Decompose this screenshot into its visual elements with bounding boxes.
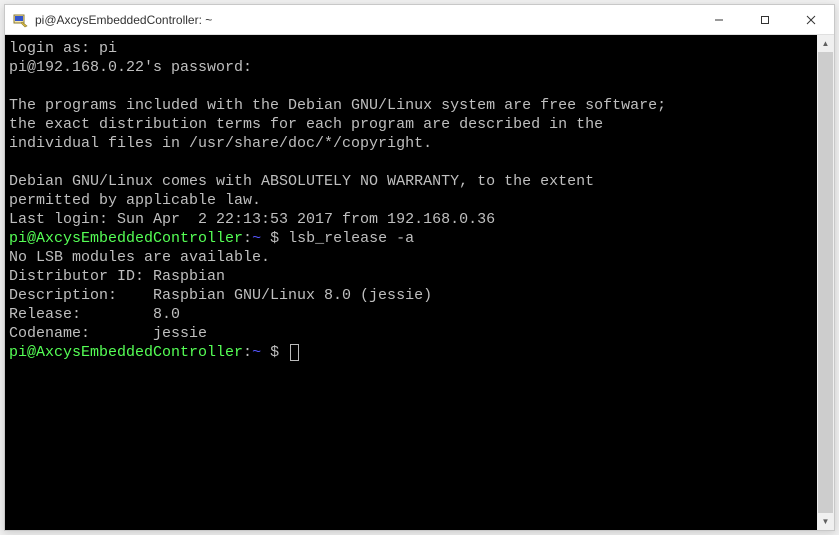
- window-title: pi@AxcysEmbeddedController: ~: [35, 13, 696, 27]
- close-button[interactable]: [788, 5, 834, 35]
- command-text: lsb_release -a: [288, 230, 414, 247]
- prompt-colon: :: [243, 344, 252, 361]
- output-line: No LSB modules are available.: [9, 249, 270, 266]
- scroll-track[interactable]: [817, 52, 834, 513]
- scroll-thumb[interactable]: [818, 52, 833, 513]
- motd-line: permitted by applicable law.: [9, 192, 261, 209]
- prompt-dollar: $: [261, 344, 288, 361]
- output-line: Distributor ID: Raspbian: [9, 268, 225, 285]
- motd-line: the exact distribution terms for each pr…: [9, 116, 603, 133]
- scroll-down-icon[interactable]: ▼: [817, 513, 834, 530]
- maximize-button[interactable]: [742, 5, 788, 35]
- prompt-dollar: $: [261, 230, 288, 247]
- cursor-icon: [290, 344, 299, 361]
- output-line: Release: 8.0: [9, 306, 180, 323]
- vertical-scrollbar[interactable]: ▲ ▼: [817, 35, 834, 530]
- prompt-path: ~: [252, 344, 261, 361]
- titlebar[interactable]: pi@AxcysEmbeddedController: ~: [5, 5, 834, 35]
- output-line: Description: Raspbian GNU/Linux 8.0 (jes…: [9, 287, 432, 304]
- minimize-button[interactable]: [696, 5, 742, 35]
- prompt-user-host: pi@AxcysEmbeddedController: [9, 230, 243, 247]
- motd-line: Debian GNU/Linux comes with ABSOLUTELY N…: [9, 173, 594, 190]
- scroll-up-icon[interactable]: ▲: [817, 35, 834, 52]
- putty-window: pi@AxcysEmbeddedController: ~ login as: …: [4, 4, 835, 531]
- prompt-colon: :: [243, 230, 252, 247]
- prompt-user-host: pi@AxcysEmbeddedController: [9, 344, 243, 361]
- prompt-path: ~: [252, 230, 261, 247]
- motd-line: The programs included with the Debian GN…: [9, 97, 666, 114]
- motd-line: individual files in /usr/share/doc/*/cop…: [9, 135, 432, 152]
- password-prompt: pi@192.168.0.22's password:: [9, 59, 252, 76]
- login-as-label: login as:: [9, 40, 99, 57]
- putty-icon: [13, 12, 29, 28]
- last-login: Last login: Sun Apr 2 22:13:53 2017 from…: [9, 211, 495, 228]
- output-line: Codename: jessie: [9, 325, 207, 342]
- terminal[interactable]: login as: pi pi@192.168.0.22's password:…: [5, 35, 817, 530]
- terminal-container: login as: pi pi@192.168.0.22's password:…: [5, 35, 834, 530]
- window-controls: [696, 5, 834, 34]
- login-user: pi: [99, 40, 117, 57]
